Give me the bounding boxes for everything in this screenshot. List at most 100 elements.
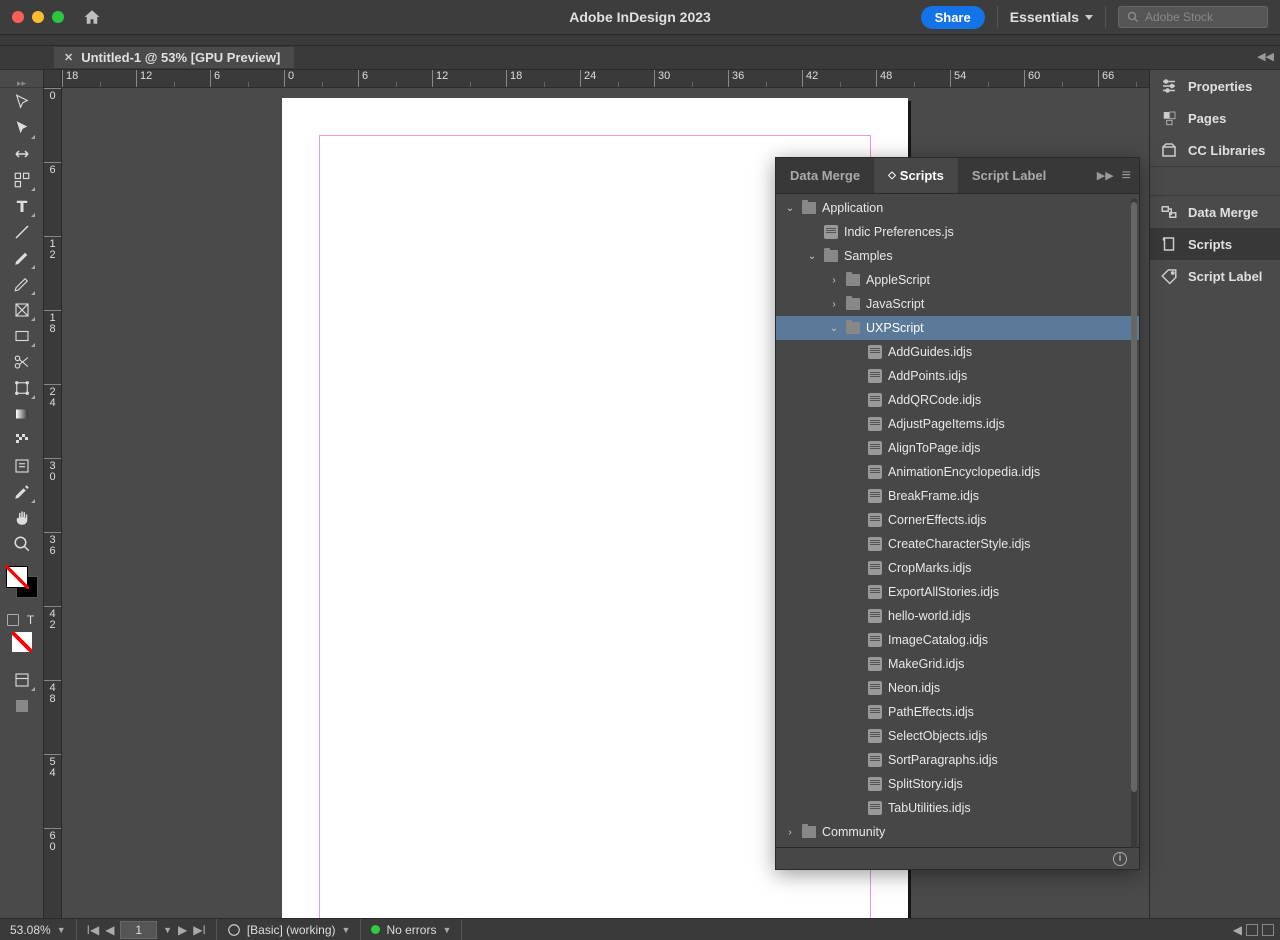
gradient-swatch-tool[interactable] [8, 402, 36, 426]
tree-script[interactable]: AlignToPage.idjs [776, 436, 1139, 460]
info-icon[interactable]: i [1113, 852, 1127, 866]
tree-script[interactable]: AnimationEncyclopedia.idjs [776, 460, 1139, 484]
close-window[interactable] [12, 11, 24, 23]
chevron-down-icon[interactable]: ⌄ [806, 251, 818, 262]
tree-folder[interactable]: ⌄Application [776, 196, 1139, 220]
zoom-tool[interactable] [8, 532, 36, 556]
formatting-container-icon[interactable] [5, 612, 21, 628]
panel-collapse-icon[interactable]: ◀◀ [1257, 50, 1274, 63]
tree-script[interactable]: AdjustPageItems.idjs [776, 412, 1139, 436]
tree-script[interactable]: MakeGrid.idjs [776, 652, 1139, 676]
page-number-field[interactable]: 1 [120, 921, 157, 939]
panel-label: Pages [1188, 111, 1226, 126]
zoom-level[interactable]: 53.08%▼ [0, 919, 77, 940]
tree-script[interactable]: hello-world.idjs [776, 604, 1139, 628]
minimize-window[interactable] [32, 11, 44, 23]
scrollbar-thumb[interactable] [1131, 202, 1137, 792]
tree-script[interactable]: AddGuides.idjs [776, 340, 1139, 364]
type-tool[interactable] [8, 194, 36, 218]
horizontal-ruler[interactable]: 181260612182430364248546066 [62, 70, 1149, 88]
prev-page-icon[interactable]: ◀ [105, 923, 114, 937]
collapse-icon[interactable]: ▶▶ [1097, 169, 1114, 182]
hand-tool[interactable] [8, 506, 36, 530]
workspace-switcher[interactable]: Essentials [1010, 9, 1093, 25]
tree-folder[interactable]: ›Community [776, 820, 1139, 844]
zoom-window[interactable] [52, 11, 64, 23]
tab-data-merge[interactable]: Data Merge [776, 158, 874, 193]
tree-script[interactable]: CropMarks.idjs [776, 556, 1139, 580]
tree-script[interactable]: SortParagraphs.idjs [776, 748, 1139, 772]
rectangle-tool[interactable] [8, 324, 36, 348]
note-tool[interactable] [8, 454, 36, 478]
tree-script[interactable]: BreakFrame.idjs [776, 484, 1139, 508]
tree-folder[interactable]: ›JavaScript [776, 292, 1139, 316]
page-navigator[interactable]: I◀ ◀ 1 ▼ ▶ ▶I [77, 919, 217, 940]
tree-script[interactable]: Neon.idjs [776, 676, 1139, 700]
chevron-right-icon[interactable]: › [828, 299, 840, 310]
view-mode-normal[interactable] [8, 668, 36, 692]
tree-script[interactable]: AddQRCode.idjs [776, 388, 1139, 412]
panel-menu-icon[interactable]: ≡ [1122, 167, 1131, 185]
fill-stroke-swatch[interactable] [6, 566, 38, 598]
direct-selection-tool[interactable] [8, 116, 36, 140]
tree-script[interactable]: CornerEffects.idjs [776, 508, 1139, 532]
scrollbar[interactable] [1131, 198, 1137, 848]
tree-folder[interactable]: ›AppleScript [776, 268, 1139, 292]
tree-folder[interactable]: ⌄Samples [776, 244, 1139, 268]
share-button[interactable]: Share [921, 6, 985, 29]
toolbox-grip[interactable]: ▸▸ [0, 78, 43, 88]
ruler-origin[interactable] [44, 70, 62, 88]
line-tool[interactable] [8, 220, 36, 244]
document-tab[interactable]: ✕ Untitled-1 @ 53% [GPU Preview] [54, 47, 294, 68]
chevron-right-icon[interactable]: › [784, 827, 796, 838]
tree-script[interactable]: TabUtilities.idjs [776, 796, 1139, 820]
chevron-down-icon[interactable]: ⌄ [828, 323, 840, 334]
last-page-icon[interactable]: ▶I [193, 923, 206, 937]
adobe-stock-search[interactable]: Adobe Stock [1118, 6, 1268, 28]
panel-scripts[interactable]: Scripts [1150, 228, 1280, 260]
rectangle-frame-tool[interactable] [8, 298, 36, 322]
scissors-tool[interactable] [8, 350, 36, 374]
close-icon[interactable]: ✕ [64, 51, 73, 64]
tree-script[interactable]: AddPoints.idjs [776, 364, 1139, 388]
next-page-icon[interactable]: ▶ [178, 923, 187, 937]
selection-tool[interactable] [8, 90, 36, 114]
page-tool[interactable] [8, 142, 36, 166]
scroll-left-icon[interactable]: ◀ [1233, 923, 1242, 937]
free-transform-tool[interactable] [8, 376, 36, 400]
scripts-panel[interactable]: Data Merge ◇Scripts Script Label ▶▶ ≡ ⌄A… [775, 157, 1140, 870]
first-page-icon[interactable]: I◀ [87, 923, 100, 937]
tab-script-label[interactable]: Script Label [958, 158, 1060, 193]
preflight-profile[interactable]: [Basic] (working) ▼ [217, 919, 362, 940]
pencil-tool[interactable] [8, 272, 36, 296]
tree-script[interactable]: SplitStory.idjs [776, 772, 1139, 796]
home-icon[interactable] [82, 8, 102, 26]
gap-tool[interactable] [8, 168, 36, 192]
tree-script[interactable]: CreateCharacterStyle.idjs [776, 532, 1139, 556]
pen-tool[interactable] [8, 246, 36, 270]
chevron-down-icon[interactable]: ⌄ [784, 203, 796, 214]
panel-cc-libraries[interactable]: CC Libraries [1150, 134, 1280, 166]
tree-script[interactable]: SelectObjects.idjs [776, 724, 1139, 748]
panel-pages[interactable]: Pages [1150, 102, 1280, 134]
tree-script[interactable]: ExportAllStories.idjs [776, 580, 1139, 604]
view-mode-preview[interactable] [8, 694, 36, 718]
eyedropper-tool[interactable] [8, 480, 36, 504]
chevron-right-icon[interactable]: › [828, 275, 840, 286]
gradient-feather-tool[interactable] [8, 428, 36, 452]
apply-none-icon[interactable] [8, 630, 36, 654]
tab-scripts[interactable]: ◇Scripts [874, 158, 958, 193]
fill-swatch[interactable] [6, 566, 28, 588]
tree-script[interactable]: ImageCatalog.idjs [776, 628, 1139, 652]
view-toggle-1[interactable] [1246, 924, 1258, 936]
panel-script-label[interactable]: Script Label [1150, 260, 1280, 292]
tree-script[interactable]: PathEffects.idjs [776, 700, 1139, 724]
panel-properties[interactable]: Properties [1150, 70, 1280, 102]
preflight-status[interactable]: No errors ▼ [361, 919, 462, 940]
vertical-ruler[interactable]: 06121824303642485460 [44, 88, 62, 918]
tree-script[interactable]: Indic Preferences.js [776, 220, 1139, 244]
tree-folder[interactable]: ⌄UXPScript [776, 316, 1139, 340]
formatting-text-icon[interactable]: T [23, 612, 39, 628]
view-toggle-2[interactable] [1262, 924, 1274, 936]
panel-data-merge[interactable]: Data Merge [1150, 196, 1280, 228]
